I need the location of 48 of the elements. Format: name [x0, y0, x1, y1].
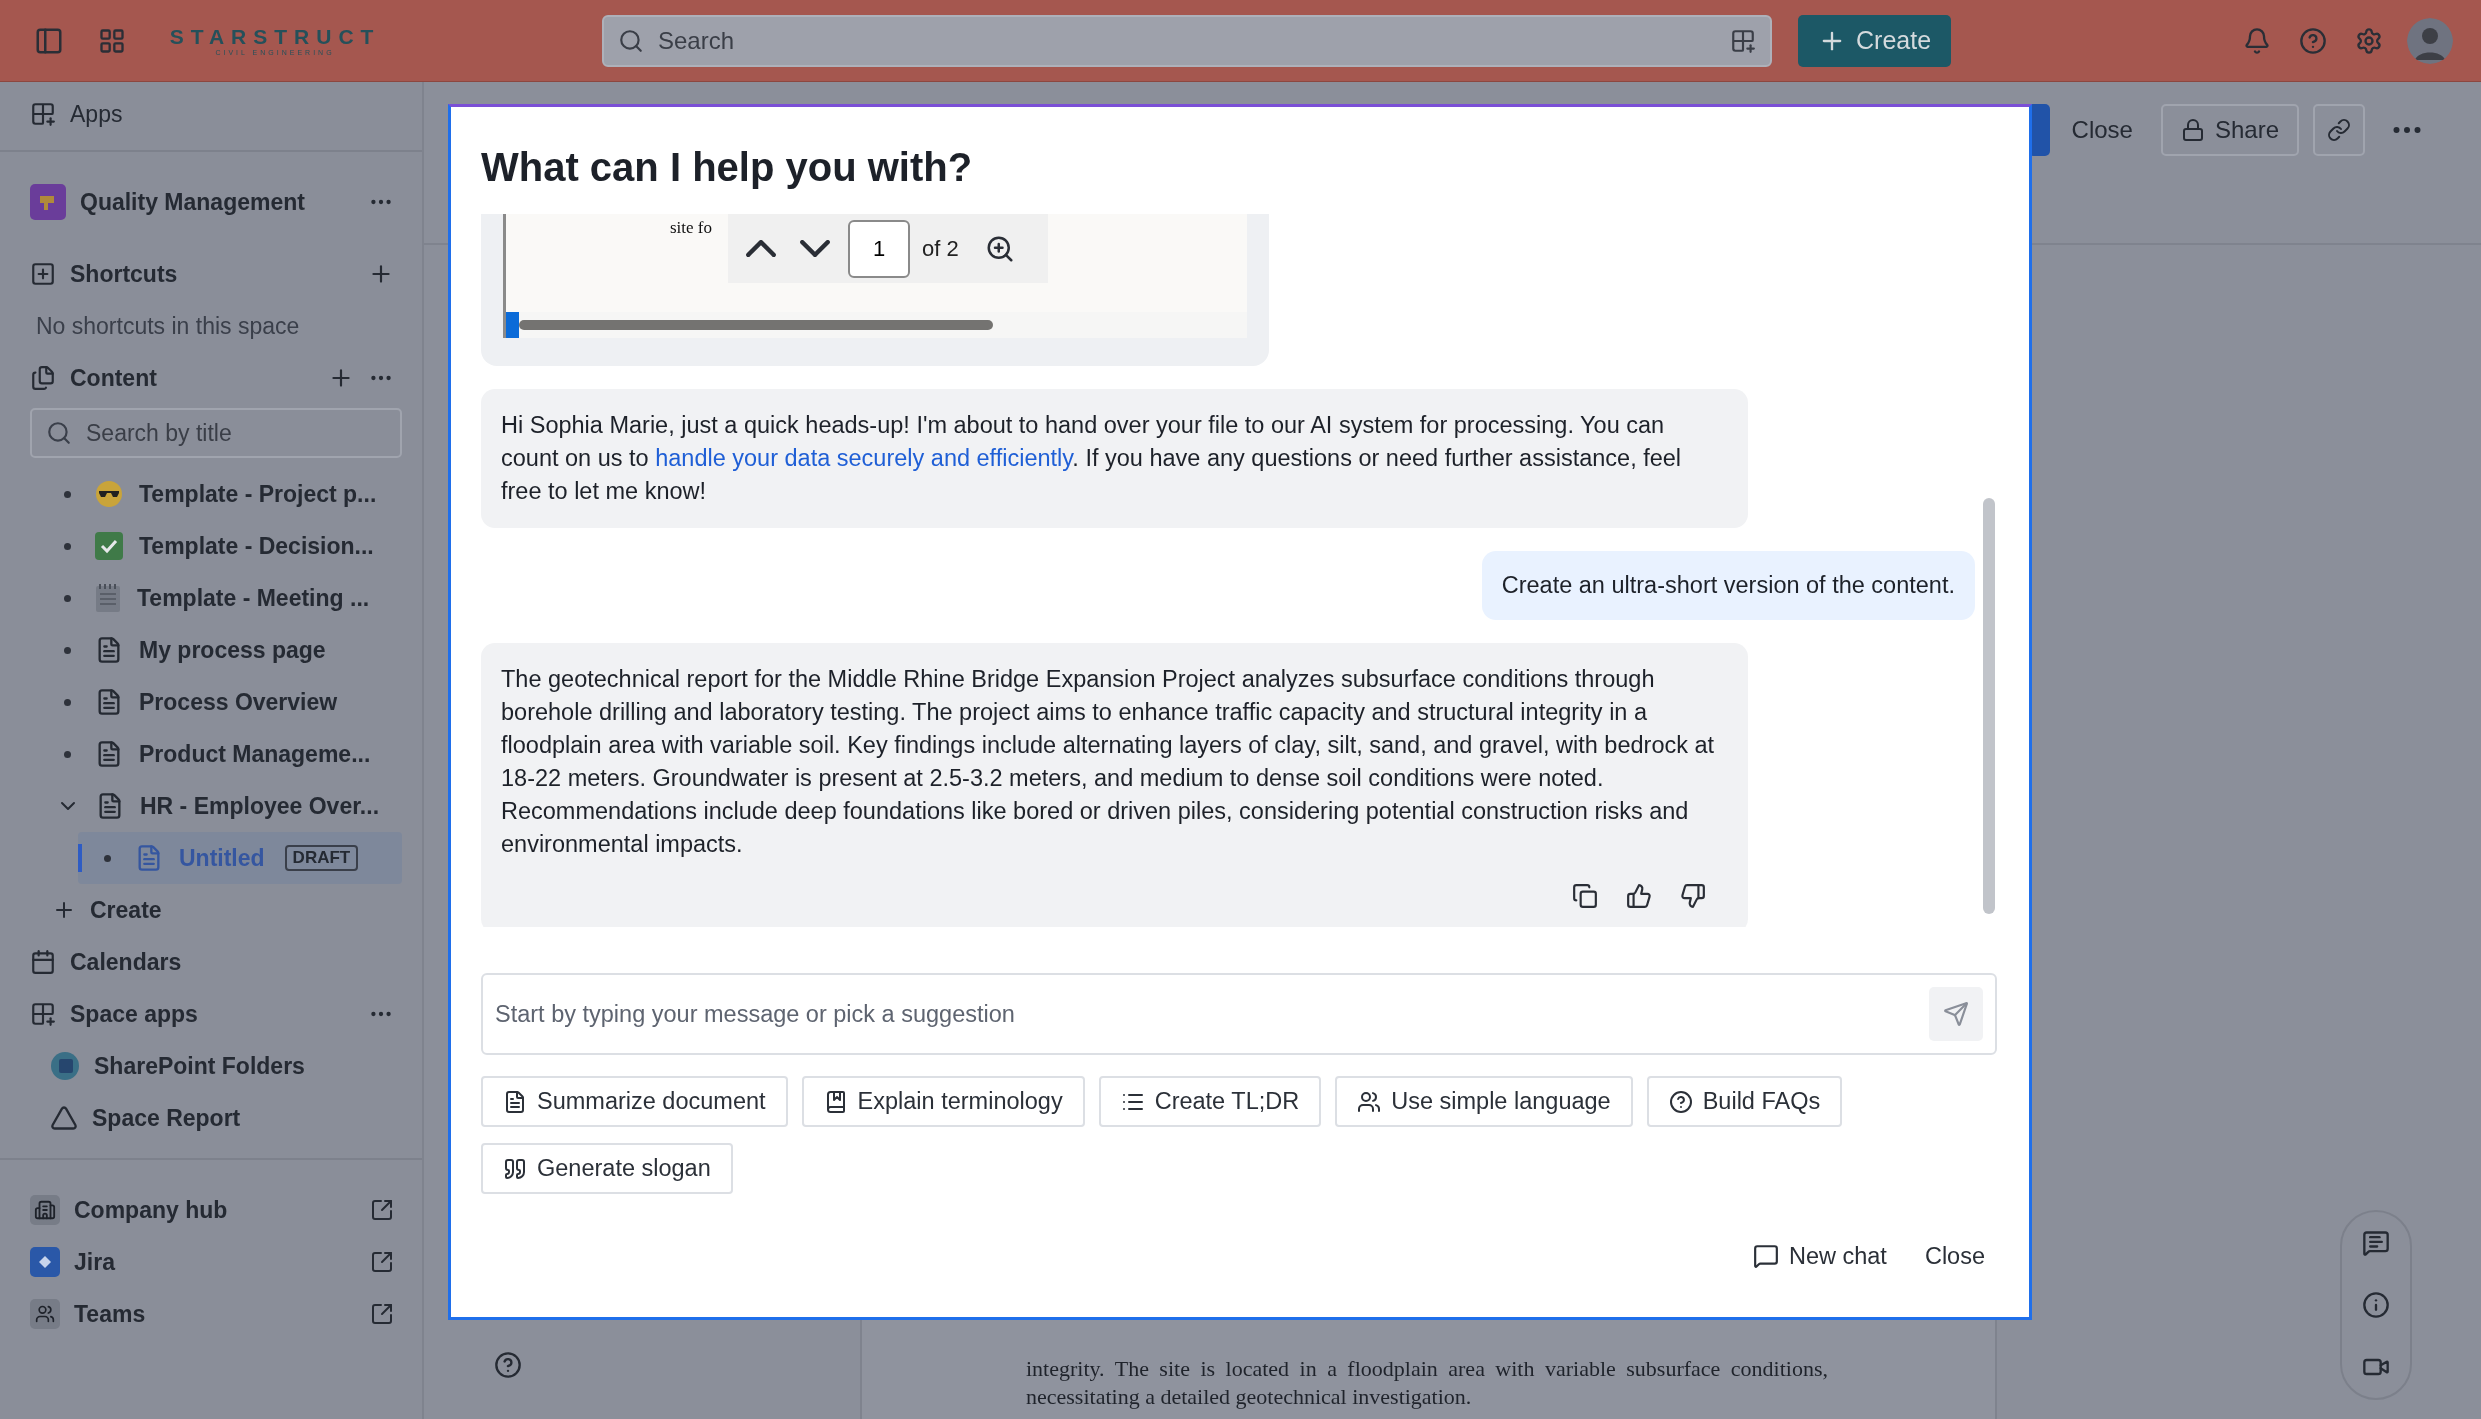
page-number-field[interactable]: 1 — [848, 219, 910, 278]
search-input[interactable]: Search — [656, 25, 1718, 56]
space-app-item[interactable]: Space Report — [92, 1104, 394, 1132]
page-count: of 2 — [922, 235, 959, 262]
close-button[interactable]: Close — [2057, 104, 2147, 156]
page-tree-item[interactable]: Untitled DRAFT — [78, 832, 402, 884]
app-link[interactable]: Jira — [74, 1248, 356, 1276]
section-title: Space apps — [70, 1000, 199, 1028]
message-field[interactable]: Start by typing your message or pick a suggestion — [481, 973, 1997, 1055]
app-link[interactable]: Teams — [74, 1300, 356, 1328]
title-search-field[interactable]: Search by title — [30, 408, 402, 458]
page-tree-item[interactable]: Template - Meeting ... — [38, 572, 402, 624]
dialog-title: What can I help you with? — [481, 144, 974, 191]
suggestion-chip[interactable]: Use simple language — [1335, 1076, 1633, 1127]
message-text: The geotechnical report for the Middle Rhine Bridge Expansion Project analyzes subsurface conditions through borehole drilling and laboratory testing. The project aims to enhance traffic capacity and structural integrity in a floodplain area with variable soil. Key findings include alternating layers of clay, silt, sand, and gravel, with bedrock at 18-22 meters. Groundwater is present at 2.5-3.2 meters, and medium to dense soil conditions were noted. Recommendations include deep foundations like bored or driven piles, considering potential construction risks and environmental impacts. — [501, 665, 1716, 859]
space-name: Quality Management — [80, 188, 306, 216]
empty-message: No shortcuts in this space — [36, 312, 301, 340]
page-tree-item[interactable]: My process page — [38, 624, 402, 676]
title-search-input[interactable]: Search by title — [84, 418, 386, 448]
section-title: Content — [70, 364, 158, 392]
suggestion-chip[interactable]: Build FAQs — [1646, 1076, 1843, 1127]
page-tree-item[interactable]: Process Overview — [38, 676, 402, 728]
section-title: Shortcuts — [70, 260, 179, 288]
create-page-button[interactable]: Create — [0, 884, 422, 936]
app-link[interactable]: Company hub — [74, 1196, 356, 1224]
message-text: Hi Sophia Marie, just a quick heads-up! I'm about to hand over your file to our AI system for processing. You can count on us to handle your data securely and efficiently. If you have any questions or need further assistance, feel free to let me know! — [501, 411, 1683, 506]
document-text: site fo — [670, 218, 713, 238]
new-chat-button[interactable]: New chat — [1740, 1231, 1899, 1281]
suggestion-chip[interactable]: Create TL;DR — [1098, 1076, 1322, 1127]
close-button[interactable]: Close — [1912, 1231, 1997, 1281]
page-tree-item[interactable]: Template - Project p... — [38, 468, 402, 520]
space-app-item[interactable]: SharePoint Folders — [94, 1052, 394, 1080]
suggestion-chip[interactable]: Summarize document — [481, 1076, 788, 1127]
draft-badge: DRAFT — [284, 845, 359, 871]
data-security-link[interactable]: handle your data securely and efficiently — [655, 445, 1073, 471]
suggestion-chip[interactable]: Explain terminology — [801, 1076, 1085, 1127]
user-message: Create an ultra-short version of the content. — [1481, 551, 1975, 620]
document-paragraph: integrity. The site is located in a floodplain area with variable subsurface conditions, necessitating a detailed geotechnical investigation. — [1026, 1355, 1828, 1411]
suggestion-chip[interactable]: Generate slogan — [481, 1143, 733, 1194]
search-field[interactable]: Search — [602, 14, 1772, 67]
apps-item[interactable]: Apps — [0, 88, 422, 140]
page-tree-item[interactable]: HR - Employee Over... — [38, 780, 402, 832]
page-tree-item[interactable]: Template - Decision... — [38, 520, 402, 572]
space-item[interactable]: Quality Management — [0, 176, 422, 228]
calendars-item[interactable]: Calendars — [0, 936, 422, 988]
share-button[interactable]: Share — [2160, 104, 2299, 156]
page-tree-item[interactable]: Product Manageme... — [38, 728, 402, 780]
create-button[interactable]: Create — [1798, 14, 1952, 67]
